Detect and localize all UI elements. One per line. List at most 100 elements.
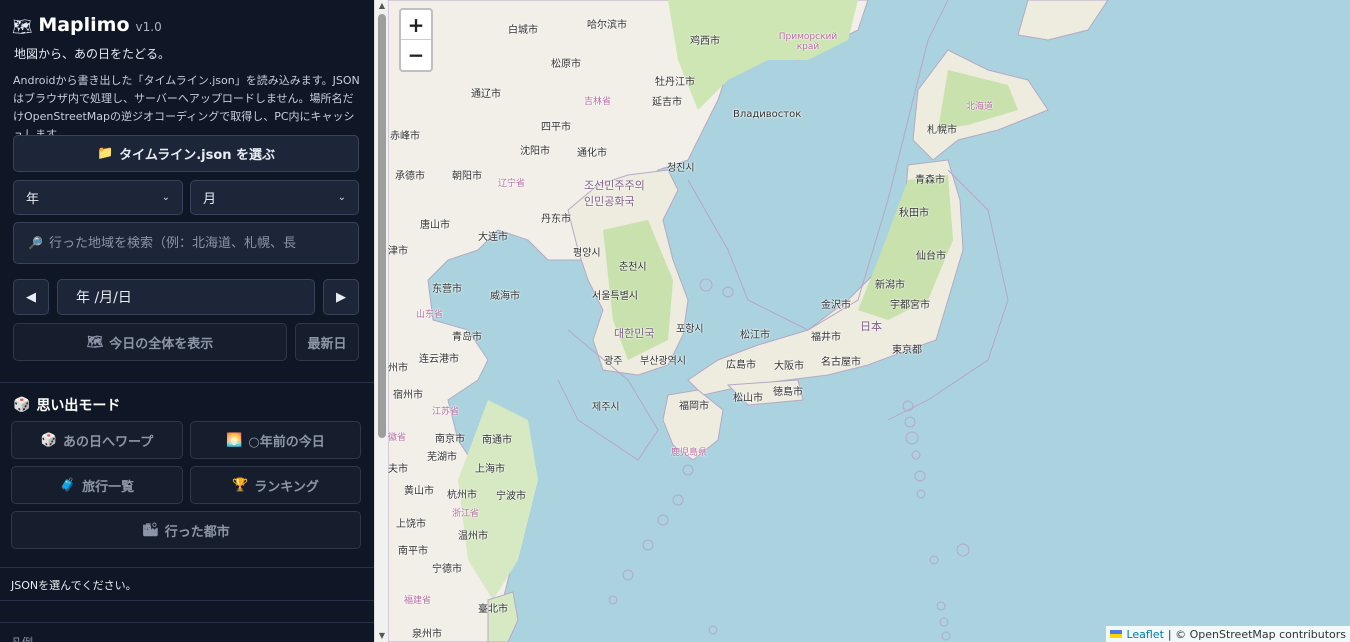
map-label: Владивосток	[733, 109, 802, 120]
map-label: 大连市	[478, 232, 508, 243]
month-select[interactable]: 月 ⌄	[190, 180, 359, 215]
map-label: 大阪市	[774, 361, 804, 372]
map-label: 평양시	[573, 248, 601, 259]
memory-mode-title: 🎲 思い出モード	[13, 395, 120, 415]
warp-button[interactable]: 🎲 あの日へワープ	[11, 421, 183, 459]
map-label: 福井市	[811, 332, 841, 343]
visited-cities-button[interactable]: 🏙 行った都市	[11, 511, 361, 549]
world-map-icon: 🗺	[86, 334, 104, 350]
map-label: 青岛市	[452, 332, 482, 343]
map-label: 鹿児島県	[671, 448, 708, 458]
arrow-left-icon: ◀	[26, 289, 36, 305]
date-value: 年 /月/日	[76, 290, 132, 306]
trip-list-button[interactable]: 🧳 旅行一覧	[11, 466, 183, 504]
map-label: 泉州市	[412, 629, 442, 640]
divider	[0, 600, 374, 601]
map-label: 日本	[860, 320, 882, 333]
year-select-value: 年	[26, 192, 40, 207]
map-label: 宁波市	[496, 491, 526, 502]
visited-cities-label: 行った都市	[164, 524, 230, 540]
map-label: 金沢市	[821, 300, 851, 311]
map-label: 北海道	[966, 102, 994, 112]
folder-icon: 📁	[96, 146, 114, 161]
map-label: 춘천시	[619, 262, 647, 273]
zoom-control: + −	[399, 8, 433, 72]
map-label: 青森市	[915, 175, 945, 186]
scrollbar-thumb[interactable]	[378, 14, 386, 438]
map-label: 赤峰市	[390, 131, 420, 142]
zoom-out-button[interactable]: −	[401, 40, 431, 70]
map-label: 부산광역시	[640, 356, 686, 367]
map-label: 新潟市	[875, 280, 905, 291]
divider	[0, 382, 374, 383]
next-day-button[interactable]: ▶	[323, 279, 359, 315]
trip-list-label: 旅行一覧	[82, 479, 135, 495]
map-label: 连云港市	[419, 354, 459, 365]
map[interactable]: 白城市 哈尔滨市 鸡西市 Приморский край 松原市 牡丹江市 通辽…	[388, 0, 1350, 642]
year-select[interactable]: 年 ⌄	[13, 180, 183, 215]
map-label: 福岡市	[679, 401, 709, 412]
map-label: 威海市	[490, 291, 520, 302]
date-input[interactable]: 年 /月/日	[57, 279, 315, 315]
map-label: 通辽市	[471, 89, 501, 100]
map-label: 东营市	[432, 284, 462, 295]
trophy-icon: 🏆	[232, 477, 249, 493]
map-label: 鸡西市	[690, 36, 720, 47]
years-ago-button[interactable]: 🌅 ○年前の今日	[190, 421, 361, 459]
choose-file-button[interactable]: 📁 タイムライン.json を選ぶ	[13, 135, 359, 172]
map-label: 청진시	[667, 163, 695, 174]
scroll-up-icon[interactable]: ▲	[375, 0, 389, 12]
leaflet-link[interactable]: Leaflet	[1126, 628, 1163, 641]
map-label: Приморский край	[778, 32, 838, 52]
map-label: 牡丹江市	[655, 77, 695, 88]
map-label: 臺北市	[478, 604, 508, 615]
map-label: 徽省	[388, 433, 407, 443]
show-all-today-button[interactable]: 🗺 今日の全体を表示	[13, 323, 287, 361]
app-name: Maplimo	[38, 14, 130, 36]
map-label: 広島市	[726, 360, 756, 371]
map-label: 宁德市	[432, 564, 462, 575]
legend-footer: 凡例	[11, 634, 33, 642]
chevron-down-icon: ⌄	[161, 192, 170, 203]
map-label: 浙江省	[452, 509, 480, 519]
map-label: 南京市	[435, 434, 465, 445]
arrow-right-icon: ▶	[336, 289, 346, 305]
region-search-input[interactable]	[48, 235, 349, 251]
map-label: 名古屋市	[821, 357, 861, 368]
map-label: 山东省	[416, 310, 444, 320]
map-label: 唐山市	[420, 220, 450, 231]
sidebar-scrollbar[interactable]: ▲ ▼	[374, 0, 388, 642]
years-ago-label: ○年前の今日	[248, 434, 325, 450]
scroll-down-icon[interactable]: ▼	[375, 630, 389, 642]
world-map-icon: 🗺	[12, 17, 33, 36]
forest-area	[668, 0, 858, 110]
region-search[interactable]: 🔎	[13, 222, 359, 264]
map-label: 沈阳市	[520, 146, 550, 157]
ranking-label: ランキング	[254, 479, 319, 495]
map-label: 仙台市	[916, 251, 946, 262]
chevron-down-icon: ⌄	[337, 192, 346, 203]
dice-icon: 🎲	[13, 397, 31, 413]
zoom-in-button[interactable]: +	[401, 10, 431, 40]
ukraine-flag-icon	[1110, 630, 1123, 638]
show-all-today-label: 今日の全体を表示	[109, 336, 214, 352]
map-label: 延吉市	[652, 97, 682, 108]
map-label: 福建省	[404, 596, 432, 606]
ranking-button[interactable]: 🏆 ランキング	[190, 466, 361, 504]
osm-attribution[interactable]: | © OpenStreetMap contributors	[1168, 628, 1346, 641]
map-label: 吉林省	[584, 97, 612, 107]
latest-day-button[interactable]: 最新日	[295, 323, 359, 361]
map-label: 東京都	[892, 345, 922, 356]
app-description: Androidから書き出した「タイムライン.json」を読み込みます。JSONは…	[13, 74, 360, 141]
prev-day-button[interactable]: ◀	[13, 279, 49, 315]
map-label: 芜湖市	[427, 452, 457, 463]
map-label: 杭州市	[447, 490, 477, 501]
map-label: 江苏省	[432, 407, 460, 417]
map-label: 朝阳市	[452, 171, 482, 182]
map-label: 夫市	[388, 464, 408, 475]
map-label: 黄山市	[404, 486, 434, 497]
map-label: 辽宁省	[498, 179, 526, 189]
sunrise-icon: 🌅	[226, 432, 243, 448]
map-label: 포항시	[676, 324, 704, 335]
sidebar: 🗺 Maplimo v1.0 地図から、あの日をたどる。 Androidから書き…	[0, 0, 374, 642]
